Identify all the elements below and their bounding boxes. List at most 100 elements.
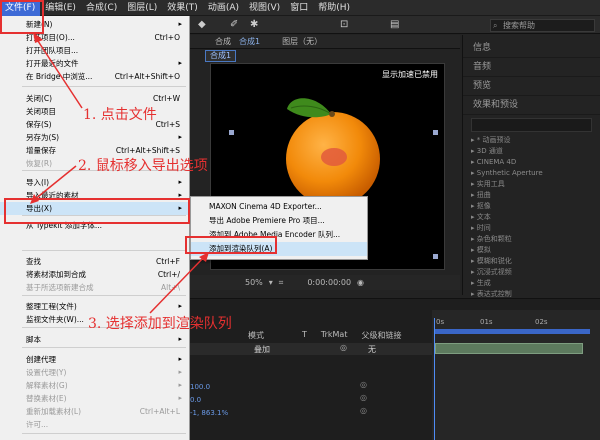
layer-duration-bar[interactable] xyxy=(435,343,583,354)
file-menu-item[interactable]: 导入最近的素材 ▸ xyxy=(0,189,190,202)
work-area-bar[interactable] xyxy=(435,329,590,334)
file-menu-item[interactable]: 新建(N) ▸ xyxy=(0,18,190,31)
current-time-indicator[interactable] xyxy=(434,318,435,440)
export-submenu-item[interactable]: MAXON Cinema 4D Exporter... xyxy=(191,200,367,214)
file-menu-item[interactable]: 替换素材(E) ▸ xyxy=(0,392,190,405)
file-menu-item-label: 基于所选项新建合成 xyxy=(26,283,94,292)
effects-category[interactable]: ▸ 杂色和颗粒 xyxy=(471,234,600,245)
spiral-icon[interactable]: ◎ xyxy=(360,393,367,402)
fit-icon[interactable]: ⌗ xyxy=(279,278,284,288)
menu-5[interactable]: 动画(A) xyxy=(203,0,244,16)
layer-mode-value[interactable]: 叠加 xyxy=(254,344,270,355)
menu-6[interactable]: 视图(V) xyxy=(244,0,285,16)
effects-category[interactable]: ▸ 实用工具 xyxy=(471,179,600,190)
file-menu-item-label: 恢复(R) xyxy=(26,159,53,168)
comp-flow-tab[interactable]: 合成1 xyxy=(205,50,237,62)
panel-audio[interactable]: 音频 xyxy=(463,58,600,77)
ruler-mark: 01s xyxy=(480,318,493,326)
file-menu-item[interactable]: 另存为(S) ▸ xyxy=(0,131,190,144)
effects-category-label: CINEMA 4D xyxy=(476,158,517,166)
panel-effects-presets[interactable]: 效果和预设 xyxy=(463,96,600,115)
snap-icon[interactable]: ⊡ xyxy=(340,19,348,30)
panel-info[interactable]: 信息 xyxy=(463,39,600,58)
menu-1[interactable]: 编辑(E) xyxy=(40,0,81,16)
file-menu-item[interactable]: 在 Bridge 中浏览... Ctrl+Alt+Shift+O xyxy=(0,70,190,83)
effects-category-label: 抠像 xyxy=(476,202,491,210)
effects-category[interactable]: ▸ 3D 通道 xyxy=(471,146,600,157)
menu-3[interactable]: 图层(L) xyxy=(122,0,162,16)
effects-category[interactable]: ▸ 扭曲 xyxy=(471,190,600,201)
layer-parent-value[interactable]: 无 xyxy=(368,344,376,355)
menu-0[interactable]: 文件(F) xyxy=(0,0,41,16)
effects-category[interactable]: ▸ 文本 xyxy=(471,212,600,223)
file-menu-item[interactable]: 导入(I) ▸ xyxy=(0,176,190,189)
file-menu-item-label: 整理工程(文件) xyxy=(26,302,77,311)
align-icon[interactable]: ▤ xyxy=(390,19,399,30)
property-value-2[interactable]: 0.0 xyxy=(190,396,201,404)
file-menu-item[interactable]: 打开项目(O)... Ctrl+O xyxy=(0,31,190,44)
effects-search-input[interactable] xyxy=(471,118,592,132)
file-menu-item[interactable]: 创建代理 ▸ xyxy=(0,353,190,366)
file-menu-item[interactable]: 打开团队项目... xyxy=(0,44,190,57)
zoom-level[interactable]: 50% xyxy=(245,278,263,287)
effects-category[interactable]: ▸ 模拟 xyxy=(471,245,600,256)
file-menu-item[interactable]: 从 Typekit 添加字体... xyxy=(0,219,190,232)
tab-composition-1[interactable]: 合成1 xyxy=(239,36,260,47)
file-menu-item[interactable]: 重新加载素材(L) Ctrl+Alt+L xyxy=(0,405,190,418)
property-value-3[interactable]: -1, 863.1% xyxy=(190,409,228,417)
timecode-display[interactable]: 0:00:00:00 xyxy=(307,278,351,287)
menu-7[interactable]: 窗口 xyxy=(285,0,313,16)
effects-category[interactable]: ▸ CINEMA 4D xyxy=(471,157,600,168)
menu-4[interactable]: 效果(T) xyxy=(162,0,203,16)
effects-category[interactable]: ▸ 模糊和锐化 xyxy=(471,256,600,267)
effects-category-label: 实用工具 xyxy=(476,180,505,188)
file-menu-item[interactable]: 导出(X) ▸ xyxy=(0,202,190,215)
submenu-arrow-icon: ▸ xyxy=(178,335,182,343)
spiral-icon[interactable]: ◎ xyxy=(360,380,367,389)
parent-spiral-icon[interactable]: ◎ xyxy=(340,343,347,352)
export-submenu-item[interactable]: 添加到渲染队列(A) xyxy=(191,242,367,256)
file-menu-item-label: 打开最近的文件 xyxy=(26,59,79,68)
file-menu-item[interactable]: 解释素材(G) ▸ xyxy=(0,379,190,392)
timeline-layer-row[interactable]: 叠加 ◎ 无 xyxy=(190,343,432,355)
effects-category-label: * 动画预设 xyxy=(476,136,511,144)
effects-category-label: Synthetic Aperture xyxy=(476,169,543,177)
menu-8[interactable]: 帮助(H) xyxy=(313,0,355,16)
effects-category[interactable]: ▸ 时间 xyxy=(471,223,600,234)
export-submenu-item[interactable]: 导出 Adobe Premiere Pro 项目... xyxy=(191,214,367,228)
effects-category[interactable]: ▸ * 动画预设 xyxy=(471,135,600,146)
effects-category[interactable]: ▸ Synthetic Aperture xyxy=(471,168,600,179)
file-menu-item-label: 关闭项目 xyxy=(26,107,56,116)
shortcut-label: Ctrl+S xyxy=(155,120,180,129)
effects-category[interactable]: ▸ 抠像 xyxy=(471,201,600,212)
effects-category[interactable]: ▸ 沉浸式视频 xyxy=(471,267,600,278)
export-submenu-item[interactable]: 添加到 Adobe Media Encoder 队列... xyxy=(191,228,367,242)
file-menu-item[interactable]: 打开最近的文件 ▸ xyxy=(0,57,190,70)
camera-icon[interactable]: ◉ xyxy=(357,278,364,287)
effects-category[interactable]: ▸ 生成 xyxy=(471,278,600,289)
pen-tool-icon[interactable]: ◆ xyxy=(198,19,206,30)
file-menu-item[interactable]: 整理工程(文件) ▸ xyxy=(0,300,190,313)
star-tool-icon[interactable]: ✱ xyxy=(250,19,258,30)
submenu-arrow-icon: ▸ xyxy=(178,204,182,212)
file-menu-item-label: 设置代理(Y) xyxy=(26,368,67,377)
file-menu-item[interactable]: 查找 Ctrl+F xyxy=(0,255,190,268)
file-menu-item[interactable]: 设置代理(Y) ▸ xyxy=(0,366,190,379)
ruler-mark: 0s xyxy=(436,318,445,326)
property-value-1[interactable]: 100.0 xyxy=(190,383,210,391)
file-menu-item[interactable]: 脚本 ▸ xyxy=(0,333,190,346)
spiral-icon[interactable]: ◎ xyxy=(360,406,367,415)
tab-layer-none[interactable]: 图层（无） xyxy=(282,36,322,47)
submenu-arrow-icon: ▸ xyxy=(178,302,182,310)
time-ruler[interactable]: 0s 01s 02s xyxy=(432,318,600,328)
search-help-input[interactable]: ⌕ 搜索帮助 xyxy=(490,19,595,32)
file-menu-item[interactable]: 许可... xyxy=(0,418,190,431)
chevron-down-icon[interactable]: ▾ xyxy=(269,278,273,287)
menu-2[interactable]: 合成(C) xyxy=(81,0,122,16)
file-menu-item[interactable]: 基于所选项新建合成 Alt+\ xyxy=(0,281,190,294)
pin-tool-icon[interactable]: ✐ xyxy=(230,19,238,30)
menu-separator xyxy=(22,295,186,296)
panel-preview[interactable]: 预览 xyxy=(463,77,600,96)
file-menu-item[interactable]: 将素材添加到合成 Ctrl+/ xyxy=(0,268,190,281)
file-menu-item-label: 保存(S) xyxy=(26,120,52,129)
